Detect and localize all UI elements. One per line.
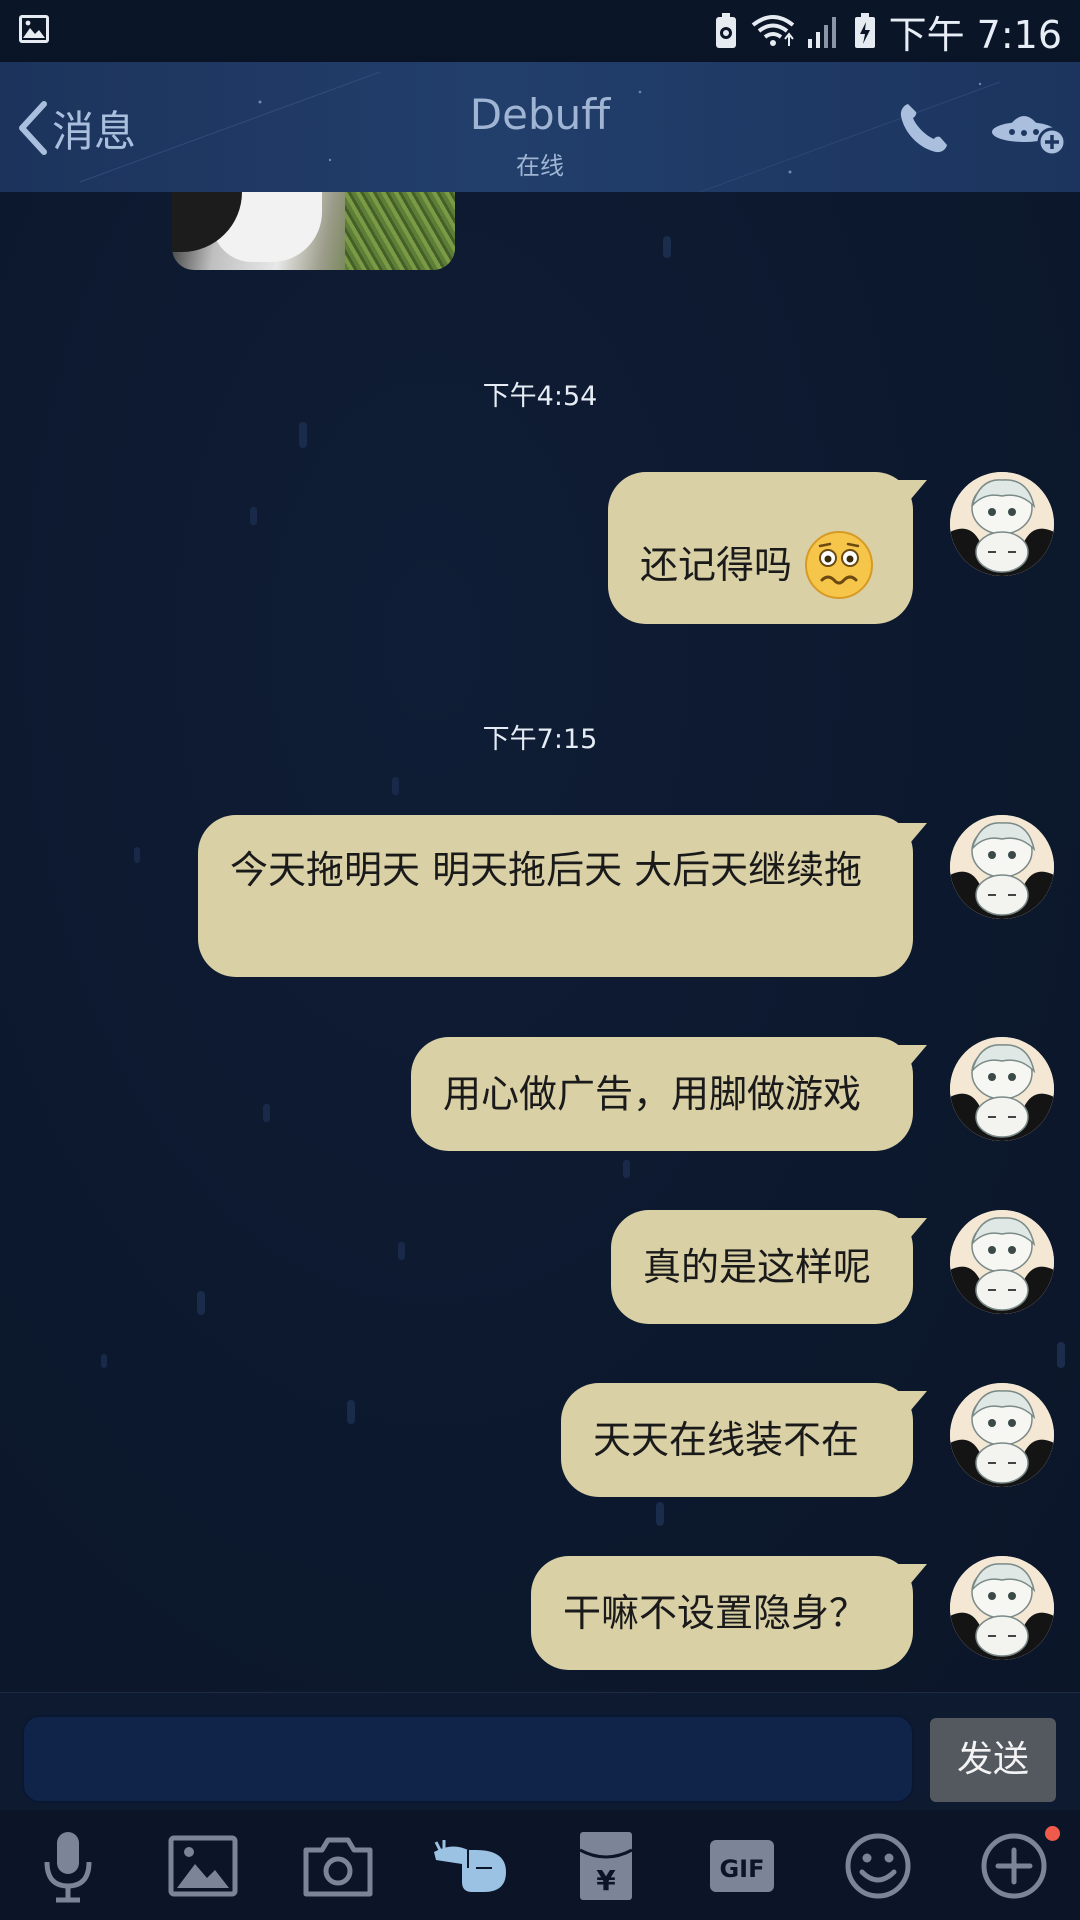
message-text: 用心做广告，用脚做游戏	[443, 1072, 862, 1116]
microphone-icon[interactable]	[30, 1828, 106, 1904]
camera-icon[interactable]	[300, 1828, 376, 1904]
message-bubble[interactable]: 干嘛不设置隐身？	[531, 1556, 927, 1670]
send-button[interactable]: 发送	[930, 1718, 1056, 1802]
bubble-tail	[895, 1045, 927, 1071]
message-text: 干嘛不设置隐身？	[563, 1591, 868, 1635]
message-text: 今天拖明天 明天拖后天 大后天继续拖	[230, 848, 863, 892]
message-input[interactable]	[22, 1715, 914, 1803]
message-text: 还记得吗	[640, 543, 793, 587]
emoji-icon[interactable]	[840, 1828, 916, 1904]
timestamp: 下午7:15	[482, 724, 598, 755]
message-input-bar: 发送	[0, 1692, 1080, 1810]
bottom-toolbar: ¥ GIF	[0, 1810, 1080, 1920]
avatar[interactable]	[950, 1037, 1054, 1141]
message-bubble[interactable]: 真的是这样呢	[611, 1210, 927, 1324]
svg-text:GIF: GIF	[719, 1855, 764, 1883]
gif-icon[interactable]: GIF	[704, 1828, 780, 1904]
message-bubble[interactable]: 天天在线装不在	[561, 1383, 927, 1497]
signal-icon	[807, 17, 836, 48]
avatar[interactable]	[950, 1383, 1054, 1487]
battery-saver-icon	[715, 13, 736, 48]
chat-area[interactable]: 下午4:54 还记得吗 下午7:15 今天拖明天 明天拖后天 大后天继续拖 用心…	[0, 192, 1080, 1692]
battery-charging-icon	[854, 13, 875, 48]
message-text: 天天在线装不在	[593, 1418, 860, 1462]
chat-header: 消息 Debuff 在线	[0, 62, 1080, 192]
phone-icon[interactable]	[896, 100, 952, 156]
red-envelope-icon[interactable]: ¥	[568, 1828, 644, 1904]
wifi-icon	[751, 15, 794, 46]
poke-hand-icon[interactable]	[432, 1828, 514, 1904]
image-icon	[19, 15, 49, 43]
bubble-tail	[895, 1564, 927, 1590]
status-bar: 下午 7:16	[0, 0, 1080, 62]
bubble-tail	[895, 480, 927, 506]
worried-face-emoji	[805, 531, 874, 599]
image-icon[interactable]	[165, 1828, 241, 1904]
avatar[interactable]	[950, 472, 1054, 576]
timestamp: 下午4:54	[482, 381, 598, 412]
avatar[interactable]	[950, 1556, 1054, 1660]
avatar[interactable]	[950, 815, 1054, 919]
message-text: 真的是这样呢	[643, 1245, 872, 1289]
svg-text:¥: ¥	[596, 1864, 616, 1897]
previous-image-message[interactable]	[172, 192, 455, 270]
bubble-tail	[895, 1218, 927, 1244]
notification-dot	[1045, 1826, 1060, 1841]
plus-icon[interactable]	[976, 1828, 1052, 1904]
status-time: 下午 7:16	[888, 12, 1062, 57]
message-bubble[interactable]: 用心做广告，用脚做游戏	[411, 1037, 927, 1151]
bubble-tail	[895, 823, 927, 849]
message-bubble[interactable]: 还记得吗	[608, 472, 927, 624]
bubble-tail	[895, 1391, 927, 1417]
ufo-add-icon[interactable]	[990, 102, 1070, 158]
avatar[interactable]	[950, 1210, 1054, 1314]
message-bubble[interactable]: 今天拖明天 明天拖后天 大后天继续拖	[198, 815, 927, 977]
